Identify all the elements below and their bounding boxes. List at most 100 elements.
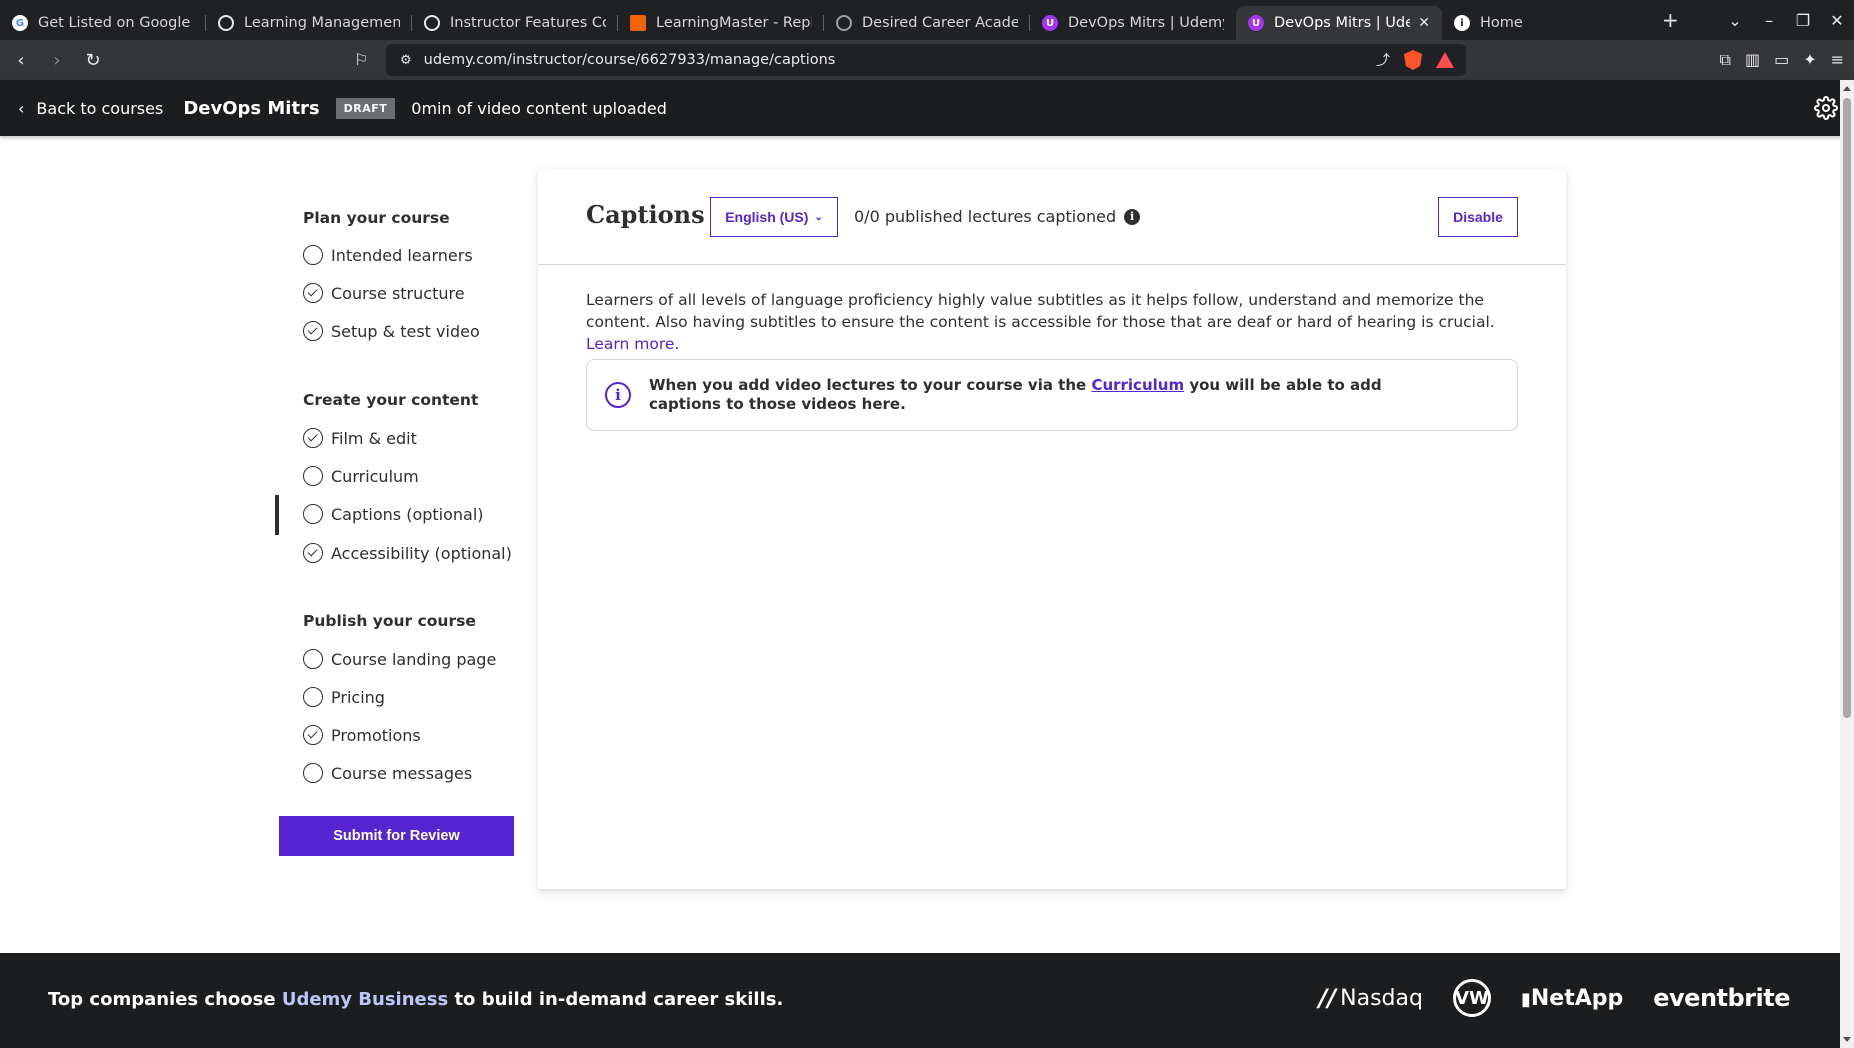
globe-icon [836, 15, 852, 31]
info-alert: i When you add video lectures to your co… [586, 359, 1518, 431]
sidebar-item-landing-page[interactable]: Course landing page [303, 649, 496, 669]
chatgpt-icon [424, 15, 440, 31]
sidebar-item-accessibility[interactable]: Accessibility (optional) [303, 543, 512, 563]
scrollbar-thumb[interactable] [1843, 98, 1851, 718]
curriculum-link[interactable]: Curriculum [1091, 376, 1184, 394]
course-manage-header: ‹ Back to courses DevOps Mitrs DRAFT 0mi… [0, 80, 1854, 136]
browser-tab[interactable]: Desired Career Academ [824, 6, 1030, 40]
language-select[interactable]: English (US) ⌄ [710, 197, 838, 237]
sidebar-item-label: Course landing page [331, 649, 497, 669]
page-scrollbar[interactable] [1840, 80, 1854, 1048]
circle-icon [303, 763, 323, 783]
menu-icon[interactable]: ≡ [1831, 50, 1844, 70]
brave-rewards-icon[interactable] [1436, 52, 1454, 68]
replit-icon [630, 15, 646, 31]
section-title-plan: Plan your course [303, 209, 450, 227]
footer-text-after: to build in-demand career skills. [454, 989, 784, 1010]
sidebar-item-curriculum[interactable]: Curriculum [303, 466, 419, 486]
tab-title: DevOps Mitrs | Udemy [1274, 15, 1411, 31]
brave-shields-icon[interactable] [1404, 50, 1422, 70]
browser-tab[interactable]: LearningMaster - Replit [618, 6, 824, 40]
minimize-icon[interactable]: – [1752, 11, 1786, 30]
site-settings-icon[interactable]: ⚙ [400, 53, 412, 68]
browser-tab[interactable]: Instructor Features Co [412, 6, 618, 40]
section-title-publish: Publish your course [303, 612, 476, 630]
description-text: Learners of all levels of language profi… [586, 291, 1495, 331]
disable-button[interactable]: Disable [1438, 197, 1518, 237]
alert-message: When you add video lectures to your cour… [649, 376, 1449, 414]
chatgpt-icon [218, 15, 234, 31]
tab-search-icon[interactable]: ⌄ [1718, 11, 1752, 30]
browser-tab-active[interactable]: U DevOps Mitrs | Udemy ✕ [1236, 6, 1442, 40]
chevron-down-icon: ⌄ [814, 211, 823, 223]
check-circle-icon [303, 543, 323, 563]
sidebar-item-setup-test-video[interactable]: Setup & test video [303, 321, 480, 341]
reload-icon[interactable]: ↻ [78, 50, 108, 71]
course-title: DevOps Mitrs [183, 97, 320, 119]
circle-icon [303, 245, 323, 265]
sidebar-item-label: Intended learners [331, 245, 473, 265]
captioned-status-text: 0/0 published lectures captioned [854, 207, 1117, 226]
check-circle-icon [303, 428, 323, 448]
learn-more-link[interactable]: Learn more [586, 335, 674, 353]
section-title-create: Create your content [303, 391, 479, 409]
sidebar-item-label: Promotions [331, 725, 421, 745]
sidebar-item-captions[interactable]: Captions (optional) [303, 504, 484, 524]
share-icon[interactable]: ⤴ [1376, 50, 1390, 70]
sidebar-item-label: Captions (optional) [331, 504, 484, 524]
browser-tab[interactable]: Learning Management [206, 6, 412, 40]
close-icon[interactable]: ✕ [1418, 15, 1430, 31]
info-icon[interactable]: i [1124, 208, 1141, 225]
language-label: English (US) [725, 209, 809, 225]
sidebar-item-pricing[interactable]: Pricing [303, 687, 385, 707]
browser-tab[interactable]: G Get Listed on Google - C [0, 6, 206, 40]
back-to-courses-link[interactable]: ‹ Back to courses [18, 99, 163, 118]
circle-icon [303, 687, 323, 707]
maximize-icon[interactable]: ❐ [1786, 11, 1820, 30]
info-icon: i [1454, 15, 1470, 31]
browser-tab-strip: G Get Listed on Google - C Learning Mana… [0, 0, 1854, 40]
sidebar-item-intended-learners[interactable]: Intended learners [303, 245, 473, 265]
scroll-up-icon[interactable] [1843, 86, 1851, 91]
wallet-icon[interactable]: ▭ [1774, 50, 1789, 70]
browser-tab[interactable]: i Home [1442, 6, 1648, 40]
chevron-left-icon: ‹ [18, 98, 25, 118]
tab-title: Get Listed on Google - C [38, 15, 194, 31]
bookmark-icon[interactable]: ⚐ [354, 50, 368, 69]
sidebar-item-course-messages[interactable]: Course messages [303, 763, 472, 783]
gear-icon[interactable] [1814, 96, 1838, 120]
sidebar-item-course-structure[interactable]: Course structure [303, 283, 465, 303]
sidebar-item-label: Curriculum [331, 466, 419, 486]
check-circle-icon [303, 321, 323, 341]
extensions-icon[interactable]: ⧉ [1720, 50, 1731, 70]
upload-status: 0min of video content uploaded [411, 98, 667, 118]
address-bar[interactable]: ⚙ udemy.com/instructor/course/6627933/ma… [386, 44, 1466, 76]
tab-title: Learning Management [244, 15, 400, 31]
url-text: udemy.com/instructor/course/6627933/mana… [423, 52, 836, 68]
tab-title: Instructor Features Co [450, 15, 606, 31]
browser-tab[interactable]: U DevOps Mitrs | Udemy [1030, 6, 1236, 40]
check-circle-icon [303, 725, 323, 745]
udemy-business-link[interactable]: Udemy Business [282, 989, 448, 1010]
sidebar-item-film-edit[interactable]: Film & edit [303, 428, 417, 448]
circle-icon [303, 649, 323, 669]
sidebar-item-label: Setup & test video [331, 321, 480, 341]
footer: Top companies choose Udemy Business to b… [0, 953, 1840, 1048]
submit-for-review-button[interactable]: Submit for Review [279, 816, 514, 856]
new-tab-icon[interactable]: + [1662, 8, 1679, 32]
check-circle-icon [303, 283, 323, 303]
scroll-down-icon[interactable] [1843, 1037, 1851, 1042]
udemy-icon: U [1042, 15, 1058, 31]
eventbrite-logo: eventbrite [1653, 984, 1790, 1012]
forward-icon[interactable]: › [42, 50, 72, 71]
netapp-logo: ▮NetApp [1520, 985, 1624, 1011]
sidebar-item-promotions[interactable]: Promotions [303, 725, 421, 745]
back-icon[interactable]: ‹ [6, 50, 36, 71]
circle-icon [303, 466, 323, 486]
page-title: Captions [586, 200, 705, 229]
window-close-icon[interactable]: ✕ [1820, 11, 1854, 30]
leo-ai-icon[interactable]: ✦ [1803, 50, 1816, 70]
sidebar-icon[interactable]: ▥ [1745, 50, 1760, 70]
udemy-icon: U [1248, 15, 1264, 31]
footer-tagline: Top companies choose Udemy Business to b… [48, 989, 783, 1010]
